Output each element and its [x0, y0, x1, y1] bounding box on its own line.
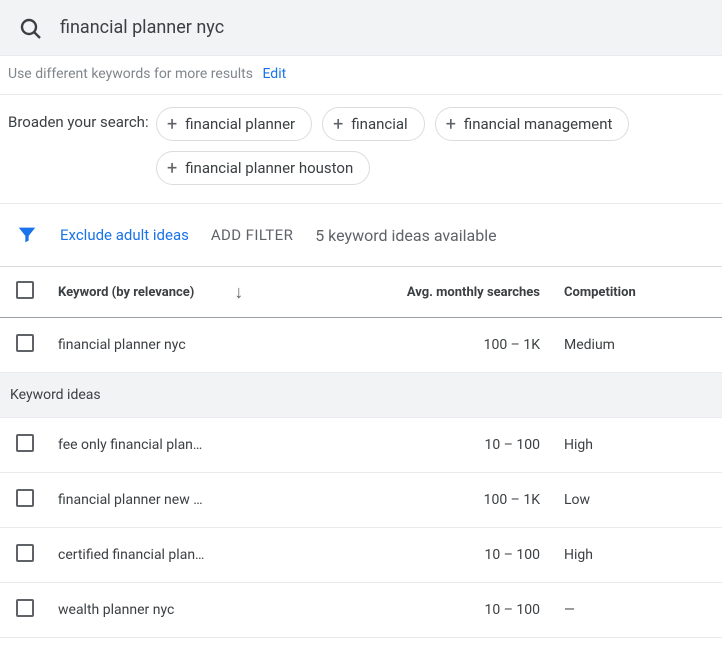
section-header-keyword-ideas: Keyword ideas	[0, 373, 722, 418]
chip-financial-management[interactable]: + financial management	[435, 107, 630, 141]
cell-keyword: financial planner new …	[46, 473, 282, 528]
plus-icon: +	[167, 114, 177, 135]
plus-icon: +	[333, 114, 343, 135]
add-filter-button[interactable]: ADD FILTER	[211, 226, 293, 244]
edit-link[interactable]: Edit	[262, 66, 286, 82]
row-checkbox[interactable]	[16, 544, 34, 562]
cell-keyword: certified financial plan…	[46, 528, 282, 583]
row-checkbox[interactable]	[16, 334, 34, 352]
section-label: Keyword ideas	[0, 373, 722, 418]
cell-competition: Low	[552, 473, 722, 528]
chip-financial-planner-houston[interactable]: + financial planner houston	[156, 151, 370, 185]
chip-financial[interactable]: + financial	[322, 107, 425, 141]
sort-arrow-down-icon: ↓	[234, 282, 243, 303]
col-keyword-label: Keyword (by relevance)	[58, 285, 194, 300]
search-bar: financial planner nyc	[0, 0, 722, 56]
select-all-checkbox[interactable]	[16, 281, 34, 299]
col-competition-label: Competition	[564, 285, 636, 300]
plus-icon: +	[167, 158, 177, 179]
chip-label: financial planner	[185, 115, 295, 133]
ideas-count: 5 keyword ideas available	[315, 226, 496, 245]
keyword-table: Keyword (by relevance) ↓ Avg. monthly se…	[0, 266, 722, 638]
table-row: financial planner new … 100 – 1K Low	[0, 473, 722, 528]
table-row-primary: financial planner nyc 100 – 1K Medium	[0, 318, 722, 373]
cell-keyword: financial planner nyc	[46, 318, 282, 373]
cell-competition: High	[552, 528, 722, 583]
cell-keyword: wealth planner nyc	[46, 583, 282, 638]
cell-searches: 100 – 1K	[282, 318, 552, 373]
chip-label: financial	[351, 115, 407, 133]
row-checkbox[interactable]	[16, 489, 34, 507]
cell-searches: 10 – 100	[282, 528, 552, 583]
cell-searches: 100 – 1K	[282, 473, 552, 528]
cell-searches: 10 – 100	[282, 418, 552, 473]
plus-icon: +	[446, 114, 456, 135]
cell-searches: 10 – 100	[282, 583, 552, 638]
cell-competition: High	[552, 418, 722, 473]
broaden-label: Broaden your search:	[8, 107, 156, 133]
hint-text: Use different keywords for more results	[8, 66, 253, 82]
table-row: fee only financial plan… 10 – 100 High	[0, 418, 722, 473]
chip-label: financial planner houston	[185, 159, 353, 177]
exclude-adult-ideas-link[interactable]: Exclude adult ideas	[60, 226, 189, 244]
funnel-icon[interactable]	[16, 224, 38, 246]
broaden-chips: + financial planner + financial + financial…	[156, 107, 714, 185]
table-row: wealth planner nyc 10 – 100 —	[0, 583, 722, 638]
cell-keyword: fee only financial plan…	[46, 418, 282, 473]
hint-row: Use different keywords for more results …	[0, 56, 722, 94]
col-searches[interactable]: Avg. monthly searches	[282, 267, 552, 318]
cell-competition: Medium	[552, 318, 722, 373]
search-input-value[interactable]: financial planner nyc	[60, 17, 224, 38]
search-icon	[18, 16, 42, 40]
cell-competition: —	[552, 583, 722, 638]
col-searches-label: Avg. monthly searches	[407, 285, 540, 300]
filter-row: Exclude adult ideas ADD FILTER 5 keyword…	[0, 204, 722, 266]
broaden-section: Broaden your search: + financial planner …	[0, 94, 722, 204]
chip-label: financial management	[464, 115, 613, 133]
chip-financial-planner[interactable]: + financial planner	[156, 107, 312, 141]
col-competition[interactable]: Competition	[552, 267, 722, 318]
row-checkbox[interactable]	[16, 599, 34, 617]
row-checkbox[interactable]	[16, 434, 34, 452]
table-row: certified financial plan… 10 – 100 High	[0, 528, 722, 583]
col-keyword[interactable]: Keyword (by relevance) ↓	[46, 267, 282, 318]
